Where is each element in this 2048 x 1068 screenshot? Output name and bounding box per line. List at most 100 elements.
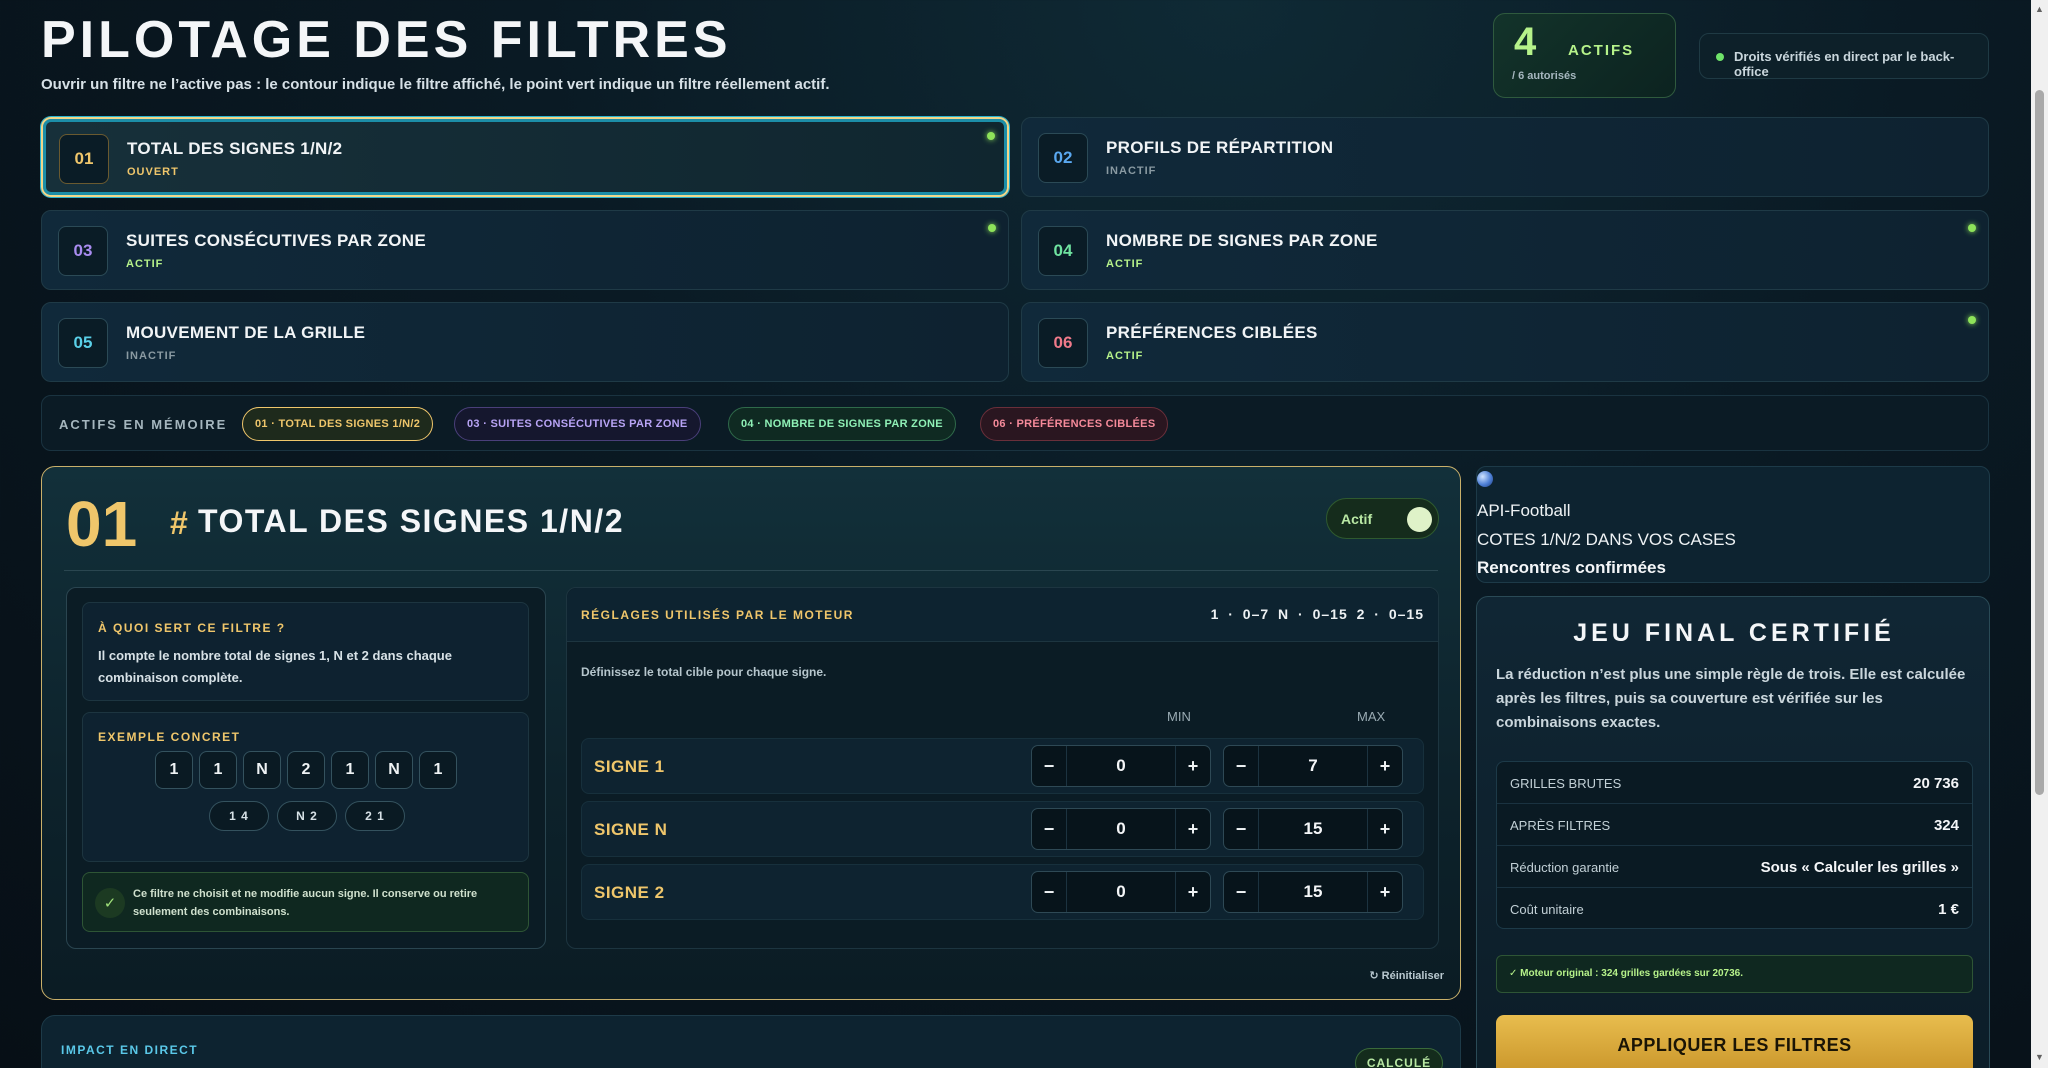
divider bbox=[64, 570, 1438, 571]
example-count: N 2 bbox=[277, 801, 337, 831]
column-min: MIN bbox=[1167, 709, 1191, 724]
min-value[interactable]: 0 bbox=[1066, 809, 1176, 849]
panel-number: 01 bbox=[66, 488, 138, 560]
stats-row: Coût unitaire 1 € bbox=[1497, 888, 1972, 930]
plus-button[interactable]: + bbox=[1176, 809, 1210, 849]
stats-row: Réduction garantie Sous « Calculer les g… bbox=[1497, 846, 1972, 888]
filter-name: SUITES CONSÉCUTIVES PAR ZONE bbox=[126, 231, 426, 250]
scroll-up-icon[interactable]: ▲ bbox=[2035, 4, 2044, 14]
example-count: 1 4 bbox=[209, 801, 269, 831]
example-sign: 1 bbox=[155, 751, 193, 789]
status-dot-icon bbox=[1716, 53, 1724, 61]
filter-name: TOTAL DES SIGNES 1/N/2 bbox=[127, 139, 343, 158]
scrollbar[interactable]: ▲ ▼ bbox=[2031, 0, 2048, 1068]
example-sign: 1 bbox=[331, 751, 369, 789]
filter-number: 06 bbox=[1038, 318, 1088, 368]
settings-description: Définissez le total cible pour chaque si… bbox=[581, 665, 827, 679]
min-value[interactable]: 0 bbox=[1066, 872, 1176, 912]
memory-pill-04[interactable]: 04 · NOMBRE DE SIGNES PAR ZONE bbox=[728, 407, 956, 441]
minus-button[interactable]: − bbox=[1032, 746, 1066, 786]
filter-name: MOUVEMENT DE LA GRILLE bbox=[126, 323, 366, 342]
stat-value: 20 736 bbox=[1913, 775, 1959, 792]
filter-number: 04 bbox=[1038, 226, 1088, 276]
active-count-box: 4 ACTIFS / 6 autorisés bbox=[1493, 13, 1676, 98]
memory-pill-06[interactable]: 06 · PRÉFÉRENCES CIBLÉES bbox=[980, 407, 1169, 441]
final-description: La réduction n’est plus une simple règle… bbox=[1496, 666, 1966, 731]
settings-title: RÉGLAGES UTILISÉS PAR LE MOTEUR bbox=[581, 608, 854, 622]
example-sign: 1 bbox=[199, 751, 237, 789]
stats-table: GRILLES BRUTES 20 736 APRÈS FILTRES 324 … bbox=[1496, 761, 1973, 929]
active-dot-icon bbox=[1968, 224, 1976, 232]
filter-card-03[interactable]: 03 SUITES CONSÉCUTIVES PAR ZONE ACTIF bbox=[41, 210, 1009, 290]
memory-pill-01[interactable]: 01 · TOTAL DES SIGNES 1/N/2 bbox=[242, 407, 434, 441]
plus-button[interactable]: + bbox=[1368, 872, 1402, 912]
explanation-box: À QUOI SERT CE FILTRE ? Il compte le nom… bbox=[66, 587, 546, 949]
hash-icon: # bbox=[170, 505, 188, 541]
active-toggle[interactable]: Actif bbox=[1326, 498, 1439, 539]
final-certified-panel: JEU FINAL CERTIFIÉ La réduction n’est pl… bbox=[1476, 596, 1990, 1068]
purpose-card: À QUOI SERT CE FILTRE ? Il compte le nom… bbox=[82, 602, 529, 701]
plus-button[interactable]: + bbox=[1176, 872, 1210, 912]
reset-button[interactable]: ↻ Réinitialiser bbox=[1369, 969, 1444, 982]
apply-filters-button[interactable]: APPLIQUER LES FILTRES bbox=[1496, 1015, 1973, 1068]
minus-button[interactable]: − bbox=[1224, 809, 1258, 849]
filter-state: ACTIF bbox=[1106, 258, 1144, 270]
max-stepper: − 15 + bbox=[1223, 808, 1403, 850]
memory-label: ACTIFS EN MÉMOIRE bbox=[59, 417, 228, 432]
plus-button[interactable]: + bbox=[1368, 809, 1402, 849]
active-count-label: ACTIFS bbox=[1568, 42, 1635, 59]
calculated-badge: CALCULÉ bbox=[1355, 1048, 1443, 1068]
filter-card-01[interactable]: 01 TOTAL DES SIGNES 1/N/2 OUVERT bbox=[41, 117, 1009, 197]
active-memory-bar: ACTIFS EN MÉMOIRE 01 · TOTAL DES SIGNES … bbox=[41, 395, 1989, 451]
page-subtitle: Ouvrir un filtre ne l’active pas : le co… bbox=[41, 76, 830, 93]
api-name: API-Football bbox=[1477, 501, 1571, 520]
max-stepper: − 7 + bbox=[1223, 745, 1403, 787]
filter-state: ACTIF bbox=[1106, 350, 1144, 362]
plus-button[interactable]: + bbox=[1368, 746, 1402, 786]
sign-row-2: SIGNE 2 − 0 + − 15 + bbox=[581, 864, 1424, 920]
toggle-label: Actif bbox=[1341, 511, 1373, 527]
min-stepper: − 0 + bbox=[1031, 808, 1211, 850]
max-value[interactable]: 15 bbox=[1258, 872, 1368, 912]
panel-title: TOTAL DES SIGNES 1/N/2 bbox=[198, 503, 624, 539]
max-value[interactable]: 15 bbox=[1258, 809, 1368, 849]
stat-key: Réduction garantie bbox=[1510, 860, 1620, 875]
max-value[interactable]: 7 bbox=[1258, 746, 1368, 786]
filter-card-05[interactable]: 05 MOUVEMENT DE LA GRILLE INACTIF bbox=[41, 302, 1009, 382]
original-engine-note: ✓ Moteur original : 324 grilles gardées … bbox=[1496, 955, 1973, 993]
filter-note: ✓ Ce filtre ne choisit et ne modifie auc… bbox=[82, 872, 529, 932]
sign-row-n: SIGNE N − 0 + − 15 + bbox=[581, 801, 1424, 857]
filter-name: PROFILS DE RÉPARTITION bbox=[1106, 138, 1334, 157]
example-sign: N bbox=[375, 751, 413, 789]
football-icon bbox=[1477, 471, 1493, 487]
scroll-down-icon[interactable]: ▼ bbox=[2035, 1052, 2044, 1062]
example-title: EXEMPLE CONCRET bbox=[98, 730, 241, 744]
filter-card-02[interactable]: 02 PROFILS DE RÉPARTITION INACTIF bbox=[1021, 117, 1989, 197]
filter-card-06[interactable]: 06 PRÉFÉRENCES CIBLÉES ACTIF bbox=[1021, 302, 1989, 382]
toggle-knob bbox=[1407, 507, 1432, 532]
api-confirmed-text: Rencontres confirmées bbox=[1477, 558, 1666, 577]
min-stepper: − 0 + bbox=[1031, 745, 1211, 787]
memory-pill-03[interactable]: 03 · SUITES CONSÉCUTIVES PAR ZONE bbox=[454, 407, 701, 441]
minus-button[interactable]: − bbox=[1032, 809, 1066, 849]
check-icon: ✓ bbox=[95, 888, 125, 918]
filter-number: 02 bbox=[1038, 133, 1088, 183]
active-count: 4 bbox=[1514, 20, 1537, 64]
plus-button[interactable]: + bbox=[1176, 746, 1210, 786]
filter-number: 05 bbox=[58, 318, 108, 368]
example-sign: 2 bbox=[287, 751, 325, 789]
filter-card-04[interactable]: 04 NOMBRE DE SIGNES PAR ZONE ACTIF bbox=[1021, 210, 1989, 290]
minus-button[interactable]: − bbox=[1224, 746, 1258, 786]
scrollbar-thumb[interactable] bbox=[2035, 90, 2044, 795]
min-value[interactable]: 0 bbox=[1066, 746, 1176, 786]
minus-button[interactable]: − bbox=[1224, 872, 1258, 912]
final-title: JEU FINAL CERTIFIÉ bbox=[1573, 619, 1895, 647]
sign-row-1: SIGNE 1 − 0 + − 7 + bbox=[581, 738, 1424, 794]
impact-title: IMPACT EN DIRECT bbox=[61, 1043, 199, 1057]
stats-row: GRILLES BRUTES 20 736 bbox=[1497, 762, 1972, 804]
example-sign: N bbox=[243, 751, 281, 789]
stat-value: 1 € bbox=[1938, 901, 1959, 918]
minus-button[interactable]: − bbox=[1032, 872, 1066, 912]
filter-detail-panel: 01 # TOTAL DES SIGNES 1/N/2 Actif À QUOI… bbox=[41, 466, 1461, 1000]
settings-header: RÉGLAGES UTILISÉS PAR LE MOTEUR 1 · 0–7 … bbox=[567, 588, 1438, 642]
